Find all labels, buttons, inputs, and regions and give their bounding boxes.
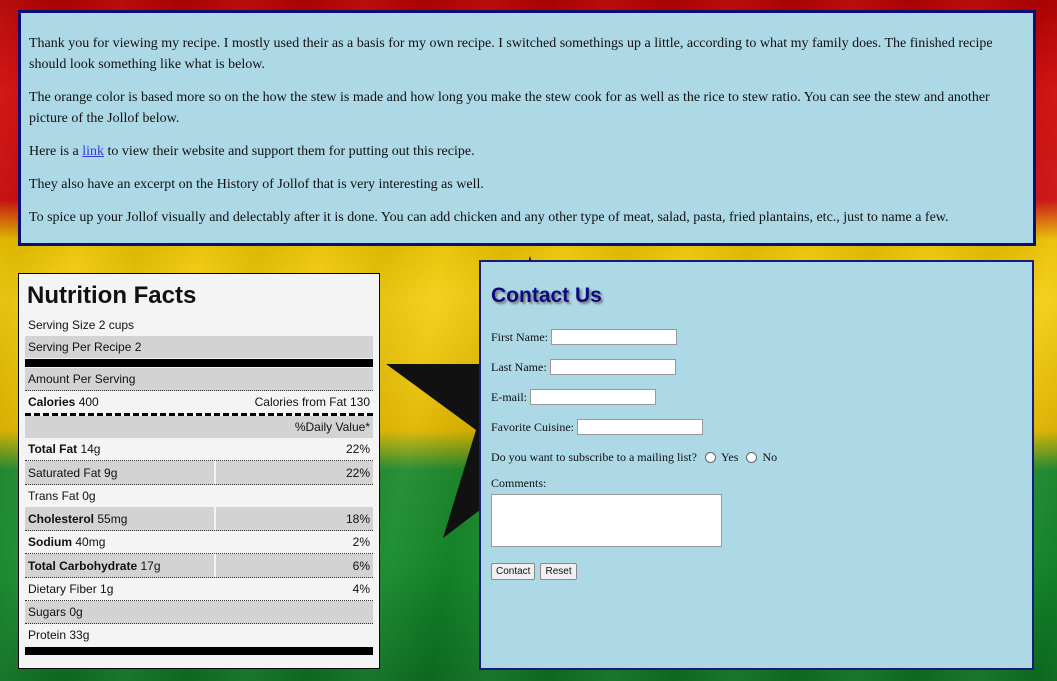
subscribe-label: Do you want to subscribe to a mailing li… bbox=[491, 449, 697, 464]
first-name-field-row: First Name: bbox=[491, 322, 1022, 352]
calories-value: 400 bbox=[78, 395, 99, 409]
sodium-row: Sodium 40mg 2% bbox=[25, 531, 373, 554]
dietary-fiber: Dietary Fiber 1g bbox=[28, 582, 114, 596]
thick-divider bbox=[25, 647, 373, 655]
comments-label: Comments: bbox=[491, 476, 547, 490]
sodium: Sodium 40mg bbox=[28, 535, 105, 549]
carbohydrate: Total Carbohydrate 17g bbox=[25, 554, 216, 577]
trans-fat: Trans Fat 0g bbox=[28, 489, 96, 503]
protein: Protein 33g bbox=[28, 628, 90, 642]
subscribe-yes-radio[interactable] bbox=[704, 451, 716, 463]
sugars-row: Sugars 0g bbox=[25, 601, 373, 624]
trans-fat-row: Trans Fat 0g bbox=[25, 485, 373, 507]
last-name-input[interactable] bbox=[549, 359, 676, 375]
first-name-label: First Name: bbox=[491, 329, 548, 344]
total-fat: Total Fat 14g bbox=[28, 442, 100, 456]
first-name-input[interactable] bbox=[551, 329, 677, 345]
sodium-label: Sodium bbox=[28, 535, 72, 549]
subscribe-row: Do you want to subscribe to a mailing li… bbox=[491, 442, 1022, 472]
cuisine-input[interactable] bbox=[577, 419, 703, 435]
intro-paragraph-1: Thank you for viewing my recipe. I mostl… bbox=[29, 36, 993, 72]
cholesterol-row: Cholesterol 55mg 18% bbox=[25, 507, 373, 531]
cholesterol: Cholesterol 55mg bbox=[25, 507, 216, 530]
calories: Calories 400 bbox=[28, 395, 99, 409]
total-fat-value: 14g bbox=[80, 442, 101, 456]
cuisine-label: Favorite Cuisine: bbox=[491, 419, 574, 434]
intro-paragraph-4: They also have an excerpt on the History… bbox=[29, 177, 484, 192]
dietary-fiber-pct: 4% bbox=[352, 582, 370, 596]
intro-text: to view their website and support them f… bbox=[104, 144, 475, 159]
fiber-row: Dietary Fiber 1g 4% bbox=[25, 578, 373, 601]
form-buttons: Contact Reset bbox=[491, 563, 1022, 580]
email-field-row: E-mail: bbox=[491, 382, 1022, 412]
sodium-pct: 2% bbox=[352, 535, 370, 549]
amount-per-serving-text: Amount Per Serving bbox=[28, 372, 136, 386]
contact-button[interactable]: Contact bbox=[491, 563, 536, 580]
intro-paragraph-5: To spice up your Jollof visually and del… bbox=[29, 210, 949, 225]
total-fat-row: Total Fat 14g 22% bbox=[25, 438, 373, 461]
saturated-fat-pct: 22% bbox=[345, 465, 370, 480]
thick-divider bbox=[25, 359, 373, 367]
subscribe-no-radio[interactable] bbox=[746, 451, 758, 463]
carbohydrate-row: Total Carbohydrate 17g 6% bbox=[25, 554, 373, 578]
sugars: Sugars 0g bbox=[28, 605, 83, 619]
intro-panel: Thank you for viewing my recipe. I mostl… bbox=[18, 10, 1036, 246]
servings-per-recipe: Serving Per Recipe 2 bbox=[25, 336, 373, 358]
last-name-field-row: Last Name: bbox=[491, 352, 1022, 382]
sodium-value: 40mg bbox=[75, 535, 106, 549]
contact-form-panel: Contact Us First Name: Last Name: E-mail… bbox=[479, 260, 1034, 670]
amount-per-serving: Amount Per Serving bbox=[25, 368, 373, 391]
carbohydrate-pct: 6% bbox=[352, 558, 370, 573]
total-fat-label: Total Fat bbox=[28, 442, 78, 456]
serving-size-text: Serving Size 2 cups bbox=[28, 318, 135, 332]
nutrition-title: Nutrition Facts bbox=[27, 282, 197, 309]
calories-from-fat: Calories from Fat 130 bbox=[254, 395, 370, 409]
daily-value-header: %Daily Value* bbox=[25, 416, 373, 438]
contact-title: Contact Us bbox=[491, 284, 602, 307]
total-fat-pct: 22% bbox=[345, 442, 370, 456]
comments-textarea[interactable] bbox=[491, 494, 722, 547]
no-label: No bbox=[762, 449, 778, 464]
servings-text: Serving Per Recipe 2 bbox=[28, 340, 142, 354]
last-name-label: Last Name: bbox=[491, 359, 547, 374]
nutrition-facts-panel: Nutrition Facts Serving Size 2 cups Serv… bbox=[18, 273, 380, 669]
intro-text: Here is a bbox=[29, 144, 83, 159]
saturated-fat: Saturated Fat 9g bbox=[25, 461, 216, 484]
calories-label: Calories bbox=[28, 395, 76, 409]
serving-size: Serving Size 2 cups bbox=[25, 314, 373, 336]
cholesterol-value: 55mg bbox=[97, 511, 128, 526]
saturated-fat-row: Saturated Fat 9g 22% bbox=[25, 461, 373, 485]
intro-paragraph-2: The orange color is based more so on the… bbox=[29, 90, 990, 126]
carbohydrate-value: 17g bbox=[140, 558, 161, 573]
reset-button[interactable]: Reset bbox=[540, 563, 577, 580]
intro-paragraph-3: Here is a link to view their website and… bbox=[29, 141, 1025, 162]
carbohydrate-label: Total Carbohydrate bbox=[28, 558, 138, 573]
email-label: E-mail: bbox=[491, 389, 527, 404]
daily-value-text: %Daily Value* bbox=[294, 420, 370, 434]
calories-row: Calories 400 Calories from Fat 130 bbox=[25, 391, 373, 416]
cholesterol-label: Cholesterol bbox=[28, 511, 95, 526]
cuisine-field-row: Favorite Cuisine: bbox=[491, 412, 1022, 442]
protein-row: Protein 33g bbox=[25, 624, 373, 646]
cholesterol-pct: 18% bbox=[345, 511, 370, 526]
comments-block: Comments: bbox=[491, 476, 1022, 547]
yes-label: Yes bbox=[720, 449, 739, 464]
website-link[interactable]: link bbox=[82, 144, 104, 159]
email-input[interactable] bbox=[530, 389, 656, 405]
